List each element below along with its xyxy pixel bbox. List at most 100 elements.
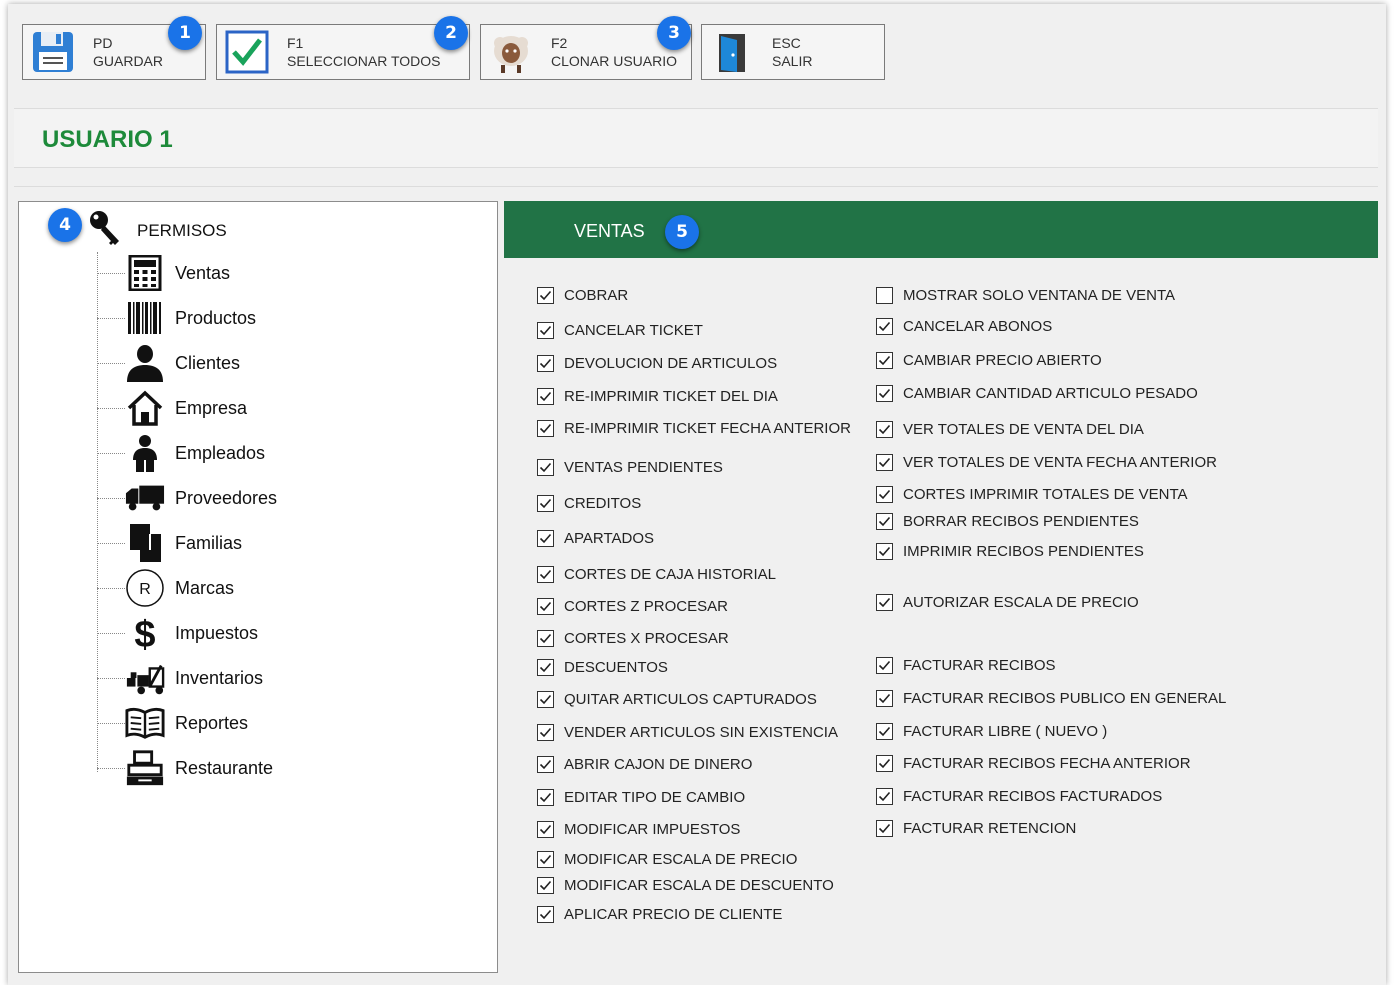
permission-checkbox[interactable]: FACTURAR LIBRE ( NUEVO ): [876, 723, 1107, 740]
checkbox-checked[interactable]: [876, 352, 893, 369]
permission-checkbox[interactable]: CORTES X PROCESAR: [537, 630, 729, 647]
permission-checkbox[interactable]: EDITAR TIPO DE CAMBIO: [537, 789, 745, 806]
checkbox-checked[interactable]: [876, 318, 893, 335]
permission-checkbox[interactable]: CORTES DE CAJA HISTORIAL: [537, 566, 776, 583]
permission-checkbox[interactable]: IMPRIMIR RECIBOS PENDIENTES: [876, 543, 1144, 560]
permission-checkbox[interactable]: CORTES Z PROCESAR: [537, 598, 728, 615]
permission-checkbox[interactable]: APARTADOS: [537, 530, 654, 547]
section-header: VENTAS: [504, 201, 1378, 258]
checkbox-checked[interactable]: [537, 659, 554, 676]
permission-checkbox[interactable]: MODIFICAR ESCALA DE PRECIO: [537, 851, 797, 868]
permission-checkbox[interactable]: BORRAR RECIBOS PENDIENTES: [876, 513, 1139, 530]
permission-label: VENTAS PENDIENTES: [564, 459, 723, 476]
permission-checkbox[interactable]: MOSTRAR SOLO VENTANA DE VENTA: [876, 287, 1175, 304]
tree-root-permisos[interactable]: PERMISOS: [87, 208, 227, 253]
checkbox-checked[interactable]: [537, 322, 554, 339]
permission-checkbox[interactable]: APLICAR PRECIO DE CLIENTE: [537, 906, 782, 923]
permission-checkbox[interactable]: ABRIR CAJON DE DINERO: [537, 756, 752, 773]
checkbox-checked[interactable]: [537, 530, 554, 547]
permission-checkbox[interactable]: CORTES IMPRIMIR TOTALES DE VENTA: [876, 486, 1188, 503]
permission-checkbox[interactable]: DESCUENTOS: [537, 659, 668, 676]
exit-button[interactable]: ESC SALIR: [701, 24, 885, 80]
tree-item-clientes[interactable]: Clientes: [97, 343, 240, 383]
checkbox-checked[interactable]: [537, 906, 554, 923]
tree-item-ventas[interactable]: Ventas: [97, 253, 230, 293]
stacked-pages-icon: [125, 523, 165, 563]
checkbox-checked[interactable]: [876, 657, 893, 674]
checkbox-checked[interactable]: [876, 454, 893, 471]
checkbox-checked[interactable]: [876, 755, 893, 772]
checkbox-checked[interactable]: [876, 690, 893, 707]
permission-checkbox[interactable]: FACTURAR RECIBOS PUBLICO EN GENERAL: [876, 690, 1226, 707]
tree-item-marcas[interactable]: R Marcas: [97, 568, 234, 608]
checkbox-checked[interactable]: [537, 495, 554, 512]
checkbox-checked[interactable]: [537, 724, 554, 741]
permission-checkbox[interactable]: VER TOTALES DE VENTA FECHA ANTERIOR: [876, 454, 1217, 471]
checkbox-checked[interactable]: [537, 691, 554, 708]
permission-checkbox[interactable]: VENDER ARTICULOS SIN EXISTENCIA: [537, 724, 838, 741]
checkbox-checked[interactable]: [876, 385, 893, 402]
tree-item-proveedores[interactable]: Proveedores: [97, 478, 277, 518]
permission-checkbox[interactable]: CANCELAR ABONOS: [876, 318, 1052, 335]
permission-label: COBRAR: [564, 287, 629, 304]
permission-checkbox[interactable]: AUTORIZAR ESCALA DE PRECIO: [876, 594, 1139, 611]
checkbox-checked[interactable]: [537, 355, 554, 372]
checkbox-checked[interactable]: [876, 486, 893, 503]
tree-item-impuestos[interactable]: $ Impuestos: [97, 613, 258, 653]
permission-checkbox[interactable]: CANCELAR TICKET: [537, 322, 703, 339]
permission-checkbox[interactable]: MODIFICAR ESCALA DE DESCUENTO: [537, 877, 834, 894]
permissions-tree: PERMISOS Ventas Productos Clientes Empre…: [18, 201, 498, 973]
permission-checkbox[interactable]: FACTURAR RECIBOS FECHA ANTERIOR: [876, 755, 1191, 772]
checkbox-checked[interactable]: [537, 821, 554, 838]
checkbox-checked[interactable]: [876, 594, 893, 611]
checkbox-checked[interactable]: [537, 420, 554, 437]
permission-checkbox[interactable]: COBRAR: [537, 287, 628, 304]
checkbox-checked[interactable]: [876, 820, 893, 837]
tree-item-empresa[interactable]: Empresa: [97, 388, 247, 428]
checkbox-checked[interactable]: [537, 388, 554, 405]
user-title: USUARIO 1: [42, 126, 173, 153]
barcode-icon: [125, 298, 165, 338]
permission-checkbox[interactable]: VENTAS PENDIENTES: [537, 459, 723, 476]
checkbox-checked[interactable]: [537, 566, 554, 583]
select-all-button[interactable]: F1 SELECCIONAR TODOS: [216, 24, 470, 80]
checkbox-checked[interactable]: [537, 789, 554, 806]
permissions-panel: VENTAS COBRAR CANCELAR TICKET DEVOLUCION D…: [504, 201, 1378, 981]
checkbox-checked[interactable]: [876, 788, 893, 805]
permission-checkbox[interactable]: RE-IMPRIMIR TICKET DEL DIA: [537, 388, 778, 405]
tree-item-familias[interactable]: Familias: [97, 523, 242, 563]
checkbox-checked[interactable]: [876, 513, 893, 530]
checkbox-checked[interactable]: [537, 287, 554, 304]
permission-checkbox[interactable]: MODIFICAR IMPUESTOS: [537, 821, 740, 838]
tree-item-inventarios[interactable]: Inventarios: [97, 658, 263, 698]
permission-checkbox[interactable]: FACTURAR RECIBOS: [876, 657, 1056, 674]
checkbox-checked[interactable]: [537, 877, 554, 894]
checkbox-checked[interactable]: [537, 630, 554, 647]
permission-checkbox[interactable]: CAMBIAR CANTIDAD ARTICULO PESADO: [876, 385, 1198, 402]
permission-checkbox[interactable]: RE-IMPRIMIR TICKET FECHA ANTERIOR: [537, 420, 851, 437]
checkbox-checked[interactable]: [876, 421, 893, 438]
checkbox-unchecked[interactable]: [876, 287, 893, 304]
floppy-disk-icon: [27, 26, 79, 78]
permission-checkbox[interactable]: FACTURAR RETENCION: [876, 820, 1076, 837]
tree-item-reportes[interactable]: Reportes: [97, 703, 248, 743]
checkbox-checked[interactable]: [876, 723, 893, 740]
permission-checkbox[interactable]: CREDITOS: [537, 495, 641, 512]
tree-item-restaurante[interactable]: Restaurante: [97, 748, 273, 788]
tree-item-empleados[interactable]: Empleados: [97, 433, 265, 473]
permission-checkbox[interactable]: QUITAR ARTICULOS CAPTURADOS: [537, 691, 817, 708]
tree-item-productos[interactable]: Productos: [97, 298, 256, 338]
book-icon: [125, 703, 165, 743]
select-all-key: F1: [287, 35, 304, 51]
checkbox-checked[interactable]: [537, 851, 554, 868]
checkbox-checked[interactable]: [876, 543, 893, 560]
permission-checkbox[interactable]: FACTURAR RECIBOS FACTURADOS: [876, 788, 1162, 805]
checkbox-checked[interactable]: [537, 756, 554, 773]
permission-checkbox[interactable]: CAMBIAR PRECIO ABIERTO: [876, 352, 1102, 369]
permission-checkbox[interactable]: VER TOTALES DE VENTA DEL DIA: [876, 421, 1144, 438]
calculator-icon: [125, 253, 165, 293]
checkbox-checked[interactable]: [537, 459, 554, 476]
exit-label: SALIR: [772, 53, 813, 69]
permission-checkbox[interactable]: DEVOLUCION DE ARTICULOS: [537, 355, 777, 372]
checkbox-checked[interactable]: [537, 598, 554, 615]
